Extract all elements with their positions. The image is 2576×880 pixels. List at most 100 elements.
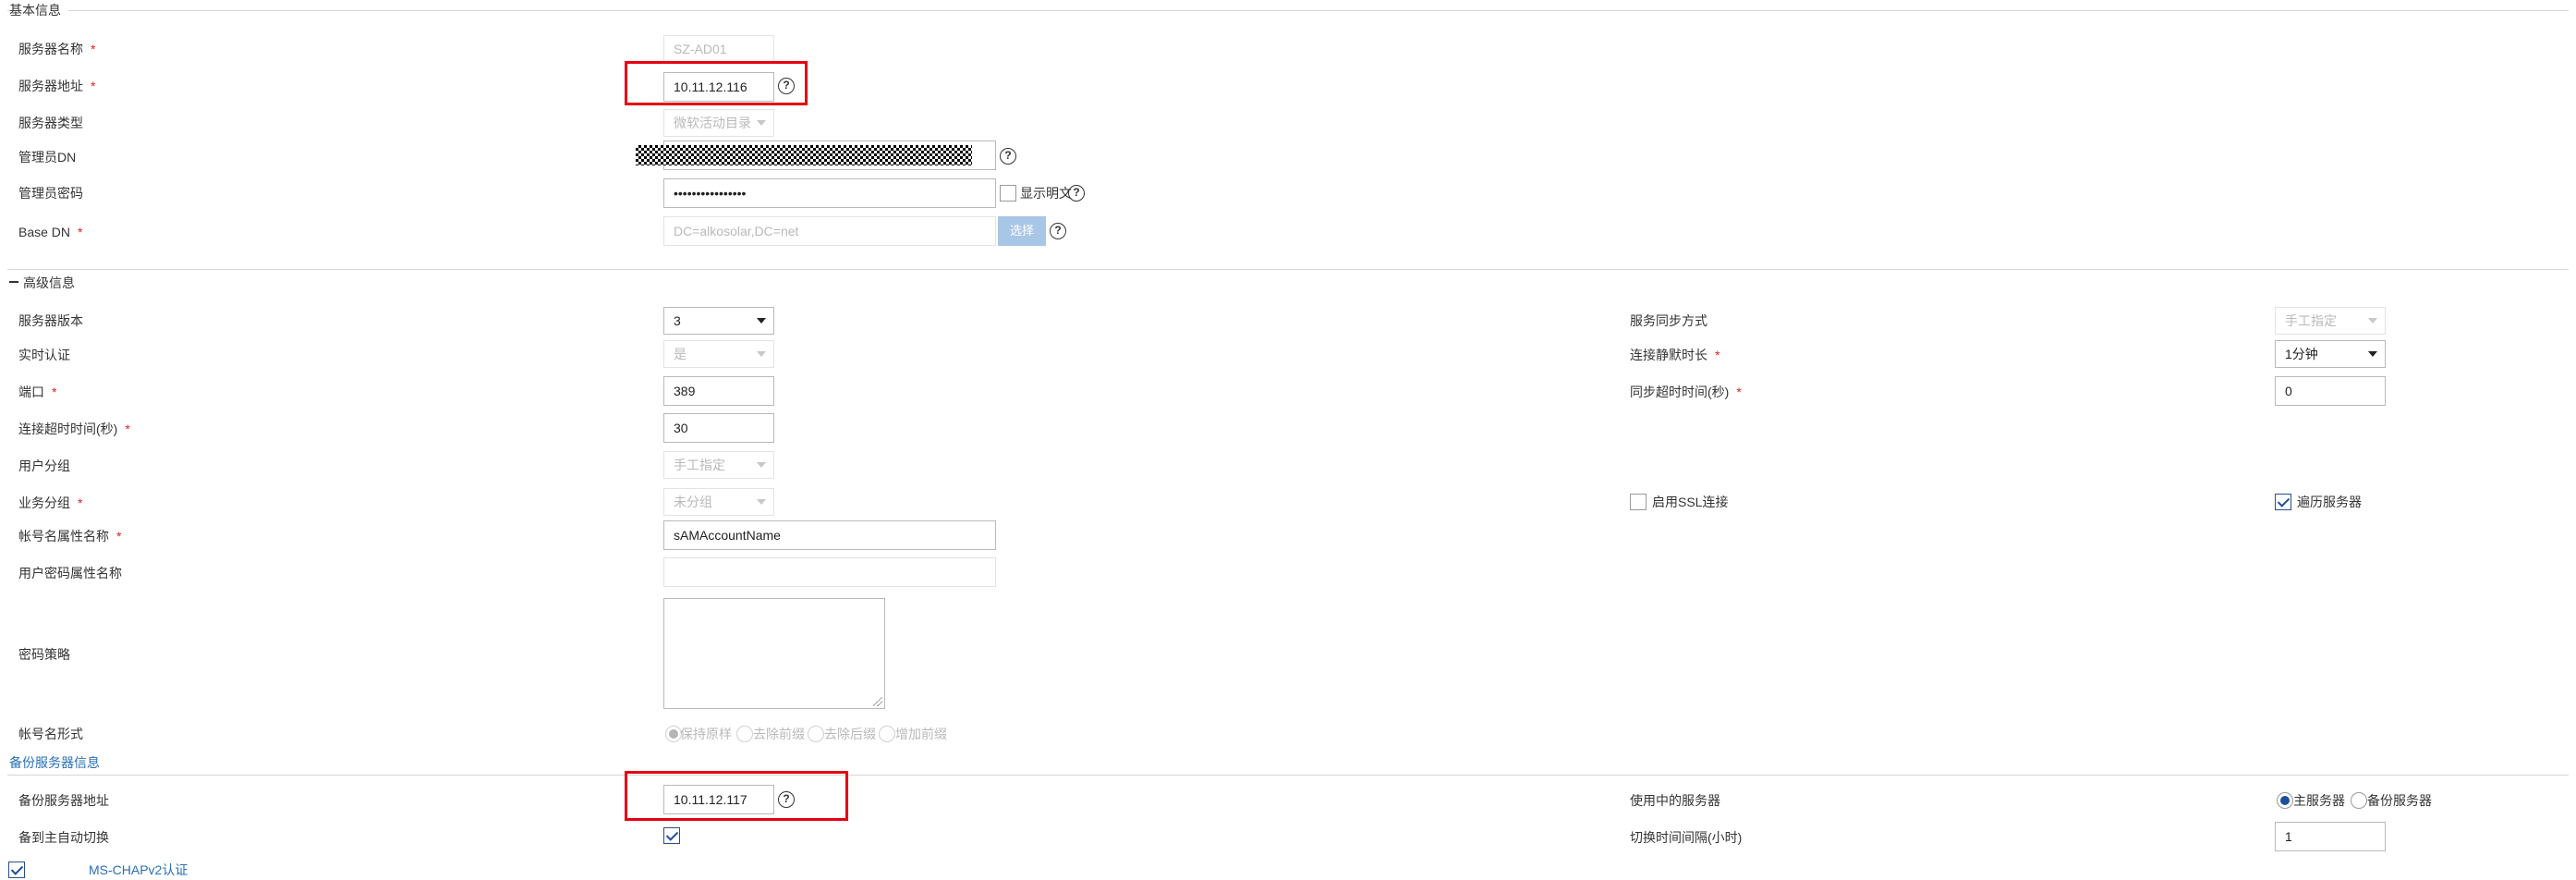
basic-section-title: 基本信息 — [9, 1, 68, 19]
in-use-server-label: 使用中的服务器 — [1630, 793, 1720, 808]
mschap-link[interactable]: MS-CHAPv2认证 — [89, 861, 188, 879]
help-icon[interactable]: ? — [1000, 148, 1016, 165]
auto-switch-label: 备到主自动切换 — [18, 830, 109, 845]
primary-server-radio[interactable] — [2277, 792, 2293, 809]
advanced-section-title: 高级信息 — [7, 274, 82, 292]
admin-password-label: 管理员密码 — [18, 186, 83, 201]
mschap-checkbox[interactable] — [8, 862, 25, 878]
required-mark: * — [125, 422, 130, 436]
account-form-radio-2[interactable] — [808, 726, 824, 742]
required-mark: * — [78, 225, 83, 239]
user-group-select[interactable]: 手工指定 — [663, 451, 774, 479]
collapse-minus-icon[interactable] — [9, 281, 18, 284]
server-address-label: 服务器地址 * — [18, 77, 95, 95]
idle-duration-label-text: 连接静默时长 — [1630, 348, 1707, 362]
backup-address-label: 备份服务器地址 — [18, 793, 109, 808]
resize-grip-icon[interactable] — [873, 697, 882, 706]
ssl-checkbox[interactable] — [1630, 494, 1646, 510]
traverse-server-label: 遍历服务器 — [2297, 495, 2362, 509]
backup-address-highlight — [625, 771, 848, 821]
connection-timeout-label-text: 连接超时时间(秒) — [18, 422, 118, 436]
port-label: 端口 * — [18, 383, 56, 401]
account-form-radio-3[interactable] — [879, 726, 895, 742]
port-label-text: 端口 — [18, 385, 44, 399]
sync-timeout-label-text: 同步超时时间(秒) — [1630, 385, 1730, 399]
server-name-input[interactable]: SZ-AD01 — [663, 35, 774, 63]
account-attr-label: 帐号名属性名称 * — [18, 527, 121, 545]
server-version-value: 3 — [674, 313, 681, 328]
password-attr-label: 用户密码属性名称 — [18, 566, 122, 581]
server-address-highlight — [625, 61, 808, 105]
idle-duration-label: 连接静默时长 * — [1630, 346, 1719, 364]
password-policy-textarea[interactable] — [663, 598, 885, 709]
select-button[interactable]: 选择 — [998, 216, 1046, 246]
business-group-value: 未分组 — [674, 495, 712, 509]
chevron-down-icon — [2368, 318, 2377, 324]
show-plaintext-label: 显示明文 — [1020, 186, 1072, 201]
account-form-radio-1[interactable] — [736, 726, 753, 742]
account-form-label: 帐号名形式 — [18, 727, 83, 741]
account-form-option-3: 增加前缀 — [895, 727, 947, 741]
auto-switch-checkbox[interactable] — [663, 827, 680, 844]
business-group-label: 业务分组 * — [18, 494, 82, 512]
idle-duration-select[interactable]: 1分钟 — [2275, 340, 2386, 368]
advanced-section-divider — [7, 269, 2569, 270]
required-mark: * — [91, 79, 96, 93]
account-attr-label-text: 帐号名属性名称 — [18, 529, 109, 544]
primary-server-label: 主服务器 — [2293, 793, 2345, 808]
backup-server-label: 备份服务器 — [2367, 793, 2432, 808]
sync-mode-label: 服务同步方式 — [1630, 313, 1707, 328]
server-version-select[interactable]: 3 — [663, 307, 774, 335]
port-input[interactable]: 389 — [663, 376, 774, 406]
realtime-auth-label: 实时认证 — [18, 348, 70, 362]
server-address-label-text: 服务器地址 — [18, 79, 83, 93]
user-group-label: 用户分组 — [18, 458, 70, 473]
advanced-section-title-text: 高级信息 — [23, 275, 75, 290]
business-group-select[interactable]: 未分组 — [663, 488, 774, 516]
admin-dn-label: 管理员DN — [18, 150, 77, 165]
account-form-option-0: 保持原样 — [680, 727, 732, 741]
required-mark: * — [91, 42, 96, 56]
realtime-auth-select[interactable]: 是 — [663, 340, 774, 368]
required-mark: * — [78, 495, 83, 510]
backup-section-divider — [7, 775, 2569, 776]
connection-timeout-input[interactable]: 30 — [663, 413, 774, 443]
required-mark: * — [52, 385, 57, 399]
chevron-down-icon — [757, 120, 766, 126]
traverse-server-checkbox[interactable] — [2275, 494, 2291, 510]
account-form-option-2: 去除后缀 — [824, 727, 876, 741]
switch-interval-input[interactable]: 1 — [2275, 822, 2386, 851]
account-attr-input[interactable]: sAMAccountName — [663, 520, 996, 550]
password-attr-input[interactable] — [663, 557, 996, 587]
chevron-down-icon — [757, 318, 766, 324]
server-type-label: 服务器类型 — [18, 116, 83, 130]
base-dn-input[interactable]: DC=alkosolar,DC=net — [663, 216, 996, 246]
realtime-auth-value: 是 — [674, 347, 687, 361]
sync-timeout-label: 同步超时时间(秒) * — [1630, 383, 1742, 401]
required-mark: * — [1715, 348, 1720, 362]
sync-mode-select[interactable]: 手工指定 — [2275, 307, 2386, 335]
show-plaintext-checkbox[interactable] — [1000, 185, 1016, 202]
user-group-value: 手工指定 — [674, 458, 725, 472]
server-name-label: 服务器名称 * — [18, 40, 95, 58]
admin-dn-redaction — [636, 145, 972, 165]
chevron-down-icon — [757, 462, 766, 468]
help-icon[interactable]: ? — [1068, 185, 1085, 202]
admin-password-input[interactable]: •••••••••••••••• — [663, 178, 996, 208]
ssl-label: 启用SSL连接 — [1652, 495, 1729, 509]
server-version-label: 服务器版本 — [18, 313, 83, 328]
switch-interval-label: 切换时间间隔(小时) — [1630, 830, 1743, 845]
backup-server-radio[interactable] — [2351, 792, 2367, 809]
backup-section-title[interactable]: 备份服务器信息 — [9, 753, 100, 772]
chevron-down-icon — [757, 351, 766, 357]
required-mark: * — [1736, 385, 1742, 399]
help-icon[interactable]: ? — [1050, 223, 1066, 239]
server-name-label-text: 服务器名称 — [18, 42, 83, 56]
connection-timeout-label: 连接超时时间(秒) * — [18, 420, 130, 438]
server-type-select[interactable]: 微软活动目录 — [663, 109, 774, 137]
base-dn-label-text: Base DN — [18, 225, 71, 239]
server-type-value: 微软活动目录 — [674, 116, 751, 130]
base-dn-label: Base DN * — [18, 223, 82, 241]
sync-timeout-input[interactable]: 0 — [2275, 376, 2386, 406]
password-policy-label: 密码策略 — [18, 647, 70, 662]
